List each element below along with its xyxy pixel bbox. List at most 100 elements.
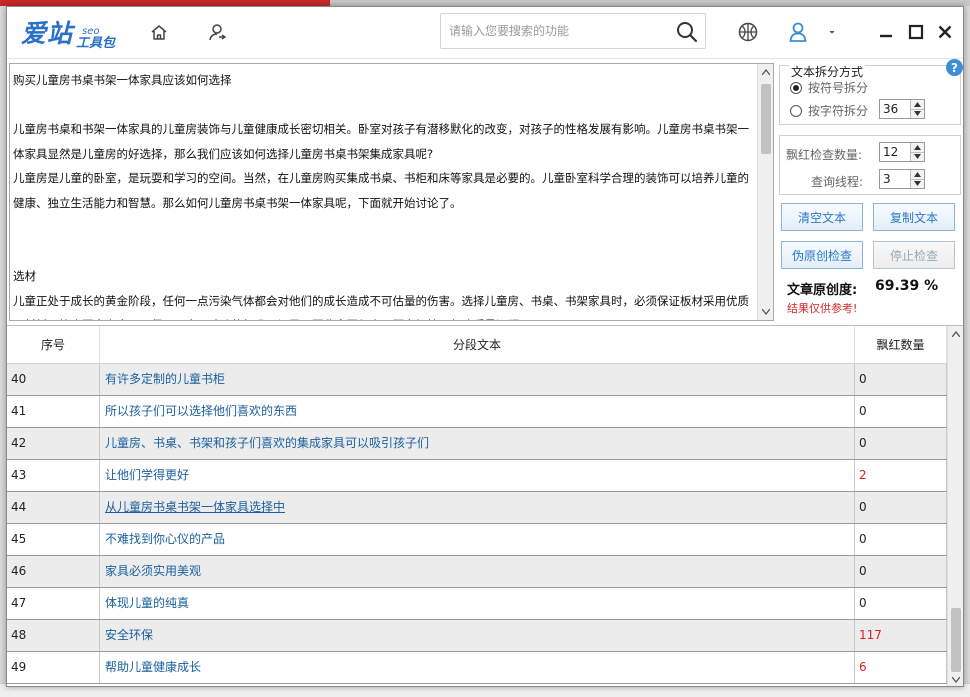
stop-check-button[interactable]: 停止检查 [873,241,955,269]
row-segment-text[interactable]: 体现儿童的纯真 [100,588,855,619]
radio-split-symbol[interactable]: 按符号拆分 [790,79,868,96]
scroll-up-icon[interactable] [758,64,773,80]
row-index: 43 [7,460,100,491]
search-input[interactable] [449,20,667,42]
threads-value[interactable]: 3 [880,170,910,188]
article-scrollbar[interactable] [757,64,773,320]
table-row[interactable]: 42 儿童房、书桌、书架和孩子们喜欢的集成家具可以吸引孩子们 0 [7,428,947,460]
search-box [440,13,706,49]
row-red-count: 0 [855,428,947,459]
originality-label: 文章原创度: [787,283,858,298]
stepper-down-icon[interactable] [911,108,924,118]
row-index: 44 [7,492,100,523]
row-red-count: 0 [855,364,947,395]
radio-split-symbol-label: 按符号拆分 [808,81,869,95]
table-header: 序号 分段文本 飘红数量 [7,326,947,364]
row-red-count: 117 [855,620,947,651]
split-chars-value[interactable]: 36 [880,100,910,118]
article-text: 购买儿童房书桌书架一体家具应该如何选择 儿童房书桌和书架一体家具的儿童房装饰与儿… [13,73,749,320]
logo-tool-text: 工具包 [76,36,116,51]
radio-split-chars[interactable]: 按字符拆分 [790,102,868,119]
table-row[interactable]: 40 有许多定制的儿童书柜 0 [7,364,947,396]
user-icon[interactable] [785,19,811,45]
row-segment-text[interactable]: 帮助儿童健康成长 [100,652,855,683]
search-icon[interactable] [675,20,699,44]
table-scrollbar[interactable] [947,326,963,686]
chevron-down-icon[interactable] [819,19,845,45]
row-segment-text[interactable]: 儿童房、书桌、书架和孩子们喜欢的集成家具可以吸引孩子们 [100,428,855,459]
row-red-count: 6 [855,652,947,683]
radio-button-unchecked[interactable] [790,104,802,117]
originality-value: 69.39 % [875,278,939,294]
row-segment-text[interactable]: 从儿童房书桌书架一体家具选择中 [100,492,855,523]
check-count-stepper[interactable]: 12 [879,142,925,162]
row-red-count: 0 [855,588,947,619]
row-segment-text[interactable]: 有许多定制的儿童书柜 [100,364,855,395]
scroll-down-icon[interactable] [948,672,963,686]
minimize-icon[interactable] [873,19,899,45]
result-note: 结果仅供参考! [787,302,858,315]
header-index[interactable]: 序号 [7,326,100,364]
clear-text-button[interactable]: 清空文本 [781,203,863,231]
check-count-value[interactable]: 12 [880,143,910,161]
row-index: 40 [7,364,100,395]
stepper-down-icon[interactable] [911,178,924,188]
table-row[interactable]: 46 家具必须实用美观 0 [7,556,947,588]
check-button[interactable]: 伪原创检查 [781,241,863,269]
radio-split-chars-label: 按字符拆分 [808,104,869,118]
scroll-down-icon[interactable] [758,304,773,320]
split-mode-group: 文本拆分方式 按符号拆分 按字符拆分 36 [779,65,961,125]
stepper-up-icon[interactable] [911,170,924,179]
article-scroll-thumb[interactable] [761,84,771,154]
split-mode-title: 文本拆分方式 [789,65,866,79]
article-textarea[interactable]: 购买儿童房书桌书架一体家具应该如何选择 儿童房书桌和书架一体家具的儿童房装饰与儿… [9,63,774,321]
logo-main-text: 爱站 [21,19,74,48]
row-segment-text[interactable]: 让他们学得更好 [100,460,855,491]
table-row[interactable]: 47 体现儿童的纯真 0 [7,588,947,620]
app-window: 爱站 seo 工具包 请输入您要搜索的功能 购买儿童房书桌书架一体家具应该如何选… [6,6,964,687]
radio-button-checked[interactable] [790,81,802,94]
row-index: 49 [7,652,100,683]
table-row[interactable]: 44 从儿童房书桌书架一体家具选择中 0 [7,492,947,524]
table-row[interactable]: 45 不难找到你心仪的产品 0 [7,524,947,556]
row-segment-text[interactable]: 所以孩子们可以选择他们喜欢的东西 [100,396,855,427]
row-segment-text[interactable]: 不难找到你心仪的产品 [100,524,855,555]
scroll-up-icon[interactable] [948,326,963,342]
row-red-count: 2 [855,460,947,491]
check-settings-group: 飘红检查数量: 12 查询线程: 3 [779,135,961,195]
basketball-icon[interactable] [735,19,761,45]
table-scroll-thumb[interactable] [951,608,961,672]
home-icon[interactable] [147,21,171,45]
header-red-count[interactable]: 飘红数量 [855,326,947,364]
row-segment-text[interactable]: 安全环保 [100,620,855,651]
maximize-icon[interactable] [903,19,929,45]
table-row[interactable]: 49 帮助儿童健康成长 6 [7,652,947,684]
row-index: 48 [7,620,100,651]
user-switch-icon[interactable] [205,21,229,45]
copy-text-button[interactable]: 复制文本 [873,203,955,231]
table-row[interactable]: 41 所以孩子们可以选择他们喜欢的东西 0 [7,396,947,428]
table-row[interactable]: 43 让他们学得更好 2 [7,460,947,492]
stepper-buttons [910,170,924,188]
row-segment-text[interactable]: 家具必须实用美观 [100,556,855,587]
row-index: 45 [7,524,100,555]
row-index: 41 [7,396,100,427]
close-icon[interactable] [932,19,958,45]
row-red-count: 0 [855,524,947,555]
row-red-count: 0 [855,396,947,427]
table-row[interactable]: 48 安全环保 117 [7,620,947,652]
split-chars-stepper[interactable]: 36 [879,99,925,119]
table-body: 40 有许多定制的儿童书柜 0 41 所以孩子们可以选择他们喜欢的东西 0 42 儿童房、书桌… [7,364,947,684]
header-segment-text[interactable]: 分段文本 [100,326,855,364]
row-index: 46 [7,556,100,587]
stepper-buttons [910,143,924,161]
stepper-up-icon[interactable] [911,143,924,152]
row-index: 42 [7,428,100,459]
threads-label: 查询线程: [811,175,864,189]
row-red-count: 0 [855,492,947,523]
stepper-down-icon[interactable] [911,151,924,161]
help-icon[interactable]: ? [946,59,963,76]
threads-stepper[interactable]: 3 [879,169,925,189]
logo-side: seo 工具包 [76,27,116,51]
stepper-up-icon[interactable] [911,100,924,109]
